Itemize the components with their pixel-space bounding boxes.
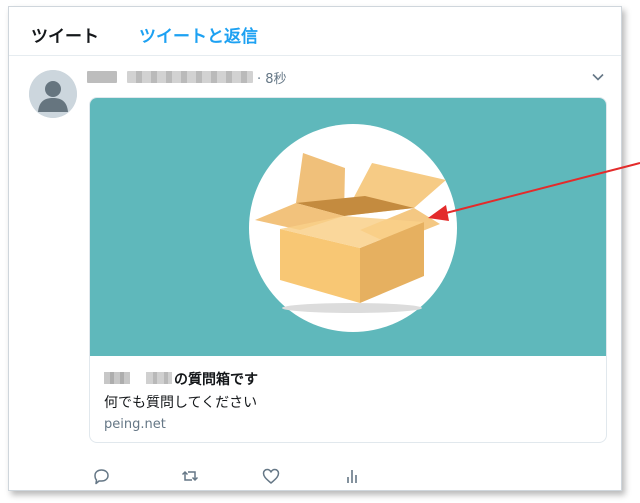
profile-tabs: ツイート ツイートと返信 [9,7,621,56]
display-name-redacted [87,71,117,83]
reply-icon [94,469,109,485]
analytics-icon [347,470,357,483]
retweet-button[interactable] [180,466,200,486]
tweet-timestamp[interactable]: · 8秒 [257,68,287,87]
card-title: の質問箱です [174,372,258,388]
username-redacted [127,71,253,83]
avatar[interactable] [29,70,77,118]
like-icon [262,468,280,484]
retweet-icon [181,470,199,482]
chevron-down-icon[interactable] [590,69,606,85]
reply-button[interactable] [91,466,111,486]
card-image [90,98,606,356]
card-title-redacted [146,372,172,384]
card-description: 何でも質問してください [104,395,258,411]
tab-tweets-and-replies[interactable]: ツイートと返信 [139,22,258,47]
default-user-icon [29,70,77,118]
analytics-button[interactable] [342,466,362,486]
like-button[interactable] [261,466,281,486]
link-card[interactable]: の質問箱です 何でも質問してください peing.net [89,97,607,443]
tweet-actions [89,466,389,486]
tab-tweets[interactable]: ツイート [31,22,99,47]
tweet[interactable]: · 8秒 の質問箱です 何でも質問してください peing.net [9,56,621,490]
timeline-panel: ツイート ツイートと返信 · 8秒 の質問箱です 何でも質問してください pei… [8,6,622,491]
box-illustration [249,124,457,332]
card-domain: peing.net [104,417,166,432]
card-title-redacted [104,372,130,384]
